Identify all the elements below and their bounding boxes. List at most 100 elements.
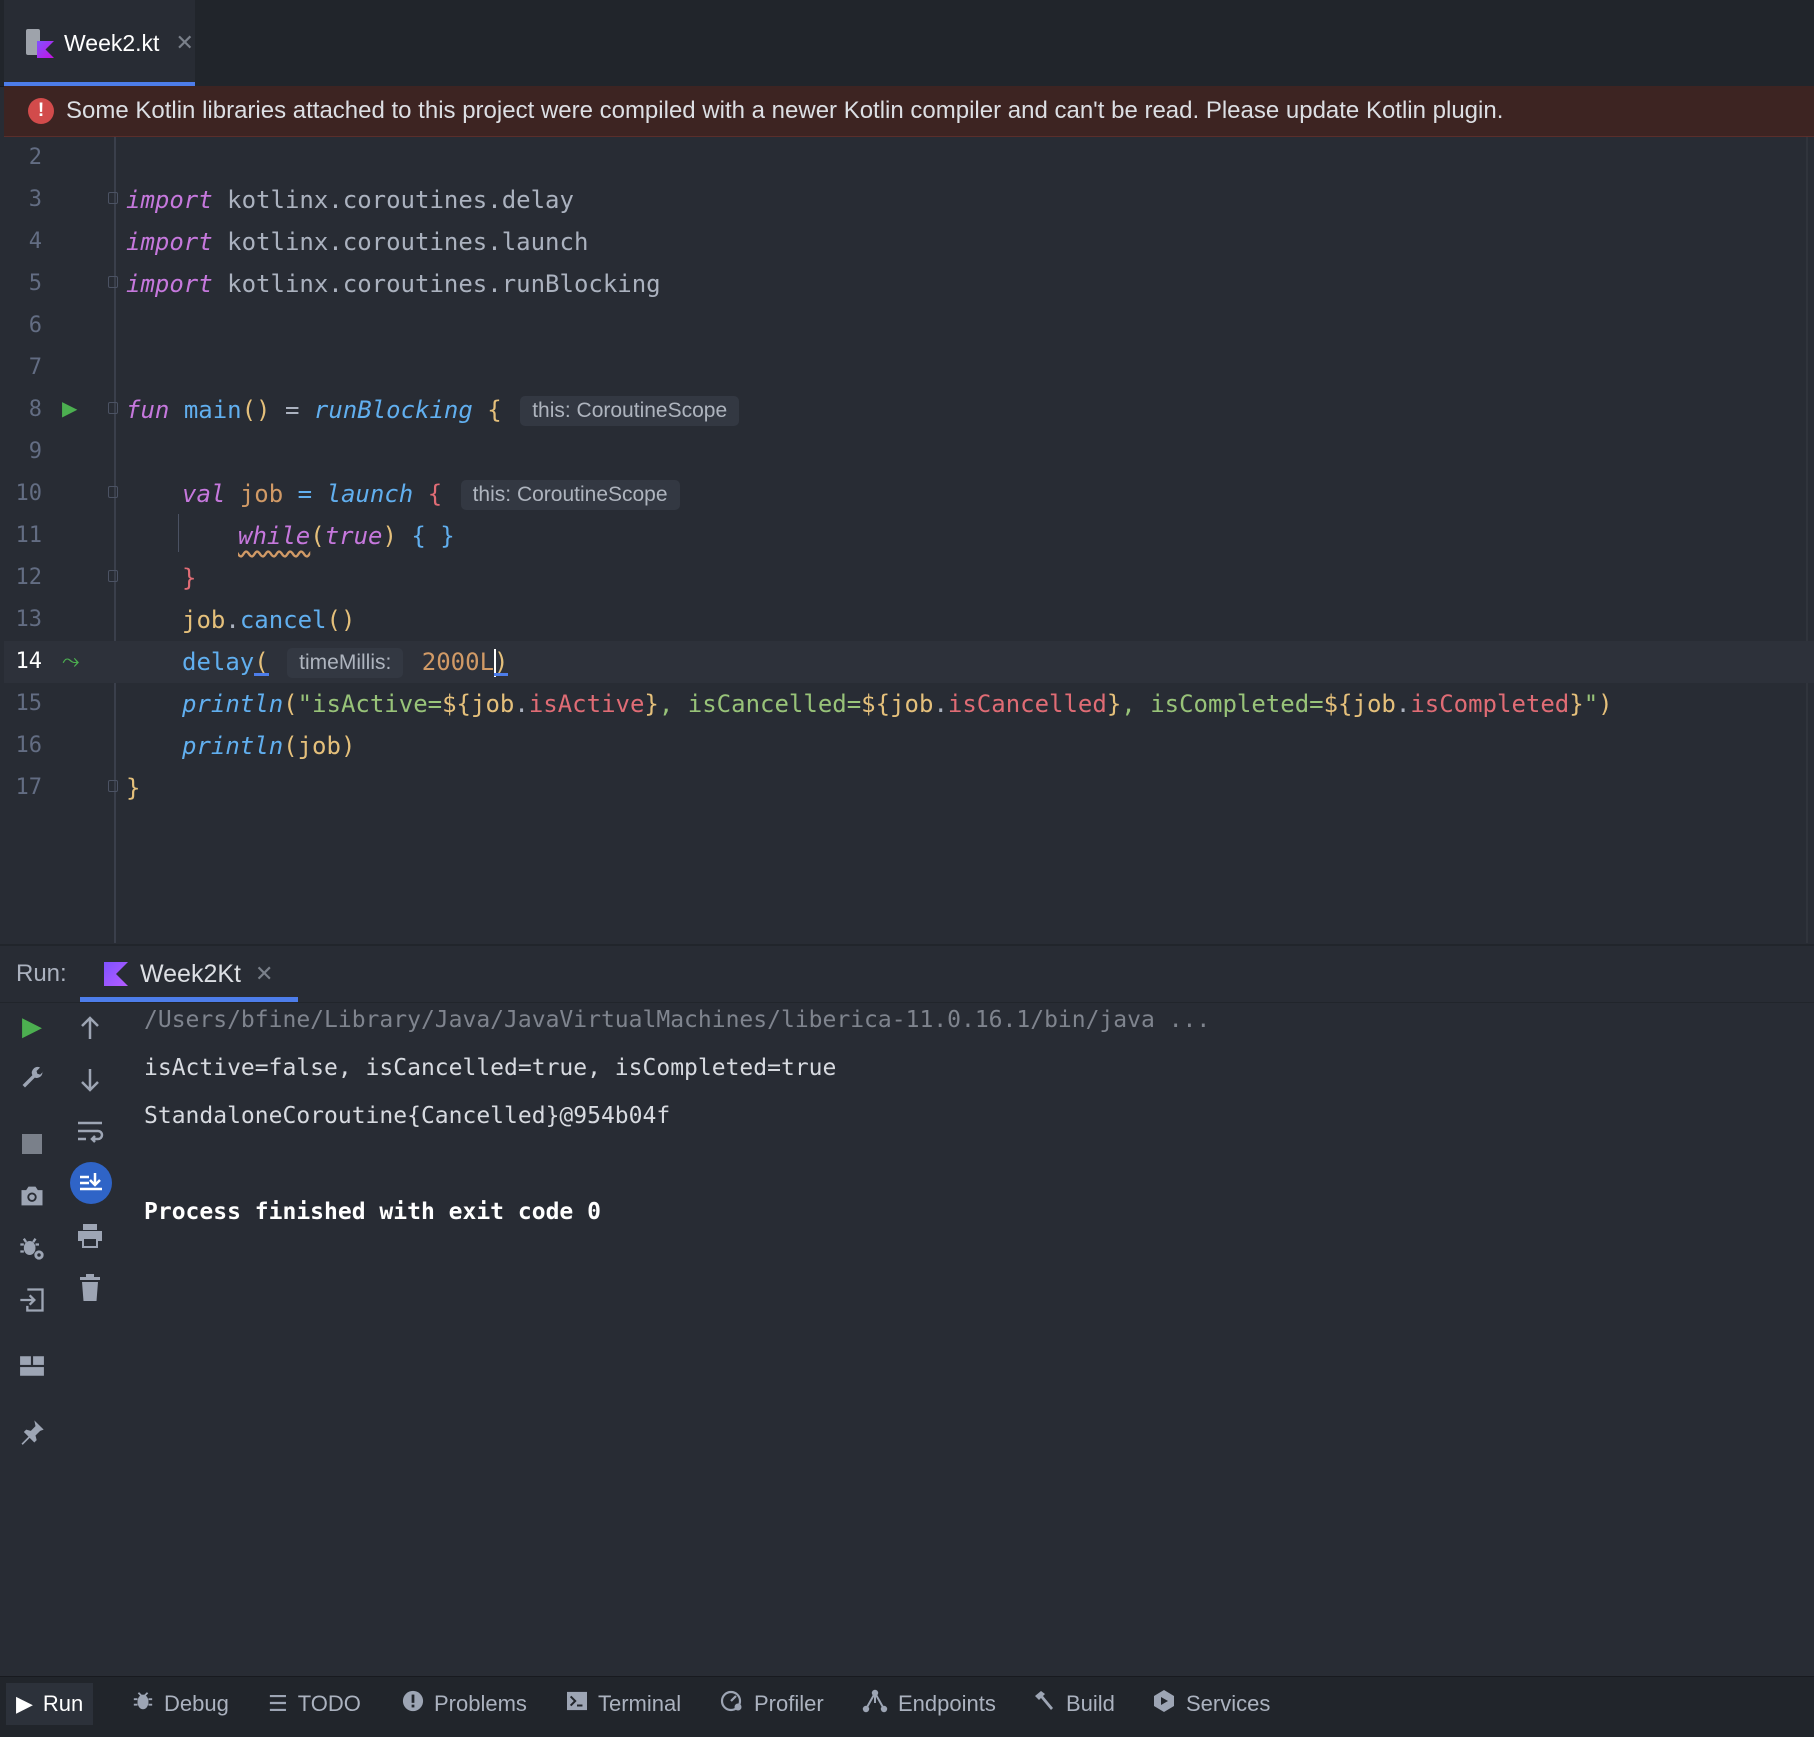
error-banner: ! Some Kotlin libraries attached to this… — [4, 86, 1814, 137]
code-line: 17 } — [4, 767, 1814, 809]
line-number: 9 — [28, 439, 42, 464]
trash-icon[interactable] — [70, 1268, 110, 1308]
function-call: launch — [326, 480, 414, 508]
toolwindow-run[interactable]: ▶ Run — [6, 1683, 94, 1725]
keyword: val — [182, 480, 226, 508]
fold-icon[interactable] — [108, 570, 118, 582]
rerun-icon[interactable]: ▶ — [12, 1006, 52, 1046]
line-number: 16 — [15, 733, 43, 758]
function-call: runBlocking — [313, 396, 473, 424]
function-name: main — [183, 396, 242, 424]
arrow-up-icon[interactable] — [70, 1008, 110, 1048]
toolwindow-services[interactable]: Services — [1142, 1683, 1280, 1725]
toolwindow-build[interactable]: Build — [1022, 1683, 1125, 1725]
toolwindow-profiler[interactable]: Profiler — [710, 1683, 834, 1725]
fold-icon[interactable] — [108, 192, 118, 204]
code-line: 2 — [4, 137, 1814, 179]
line-number: 10 — [15, 481, 43, 506]
close-icon[interactable]: ✕ — [175, 30, 193, 56]
line-number: 13 — [15, 607, 43, 632]
variable: job — [239, 480, 284, 508]
import-path: kotlinx.coroutines.delay — [227, 186, 574, 214]
function-call: println — [182, 732, 284, 760]
code-line: 10 val job = launch { this: CoroutineSco… — [4, 473, 1814, 515]
bug-icon — [132, 1690, 154, 1718]
fold-icon[interactable] — [108, 780, 118, 792]
inlay-hint: this: CoroutineScope — [460, 480, 680, 510]
run-gutter-icon[interactable]: ▶ — [62, 397, 77, 421]
line-number: 12 — [15, 565, 43, 590]
code-line: 13 job.cancel() — [4, 599, 1814, 641]
code-line: 15 println("isActive=${job.isActive}, is… — [4, 683, 1814, 725]
close-icon[interactable]: ✕ — [255, 961, 273, 987]
code-line: 4 import kotlinx.coroutines.launch — [4, 221, 1814, 263]
inlay-hint: this: CoroutineScope — [520, 396, 740, 426]
fold-icon[interactable] — [108, 402, 118, 414]
run-config-tab[interactable]: Week2Kt ✕ — [80, 946, 298, 1002]
line-number: 11 — [15, 523, 43, 548]
camera-icon[interactable] — [12, 1176, 52, 1216]
kotlin-file-icon — [24, 28, 54, 58]
hammer-icon — [1032, 1689, 1056, 1719]
console-line: StandaloneCoroutine{Cancelled}@954b04f — [144, 1103, 671, 1129]
pin-icon[interactable] — [12, 1412, 52, 1452]
stop-icon[interactable] — [12, 1124, 52, 1164]
run-panel-header: Run: Week2Kt ✕ — [0, 944, 1814, 1003]
keyword: import — [126, 228, 213, 256]
line-number: 8 — [28, 397, 42, 422]
toolwindow-problems[interactable]: Problems — [392, 1683, 537, 1725]
toolwindow-todo[interactable]: ☰ TODO — [258, 1683, 371, 1725]
line-number: 15 — [15, 691, 43, 716]
console-command-line[interactable]: /Users/bfine/Library/Java/JavaVirtualMac… — [144, 1005, 1210, 1035]
arrow-down-icon[interactable] — [70, 1060, 110, 1100]
run-panel-label: Run: — [16, 960, 67, 987]
keyword: import — [126, 270, 213, 298]
list-icon: ☰ — [268, 1691, 288, 1716]
soft-wrap-icon[interactable] — [70, 1112, 110, 1152]
code-line: 11 while(true) { } — [4, 515, 1814, 557]
toolwindow-debug[interactable]: Debug — [122, 1683, 239, 1725]
line-number: 14 — [15, 649, 43, 674]
banner-message: Some Kotlin libraries attached to this p… — [66, 97, 1504, 124]
editor-tab-bar: Week2.kt ✕ — [0, 0, 1814, 87]
debug-settings-icon[interactable] — [12, 1228, 52, 1268]
toolwindow-terminal[interactable]: Terminal — [556, 1683, 691, 1725]
editor-tab-label: Week2.kt — [64, 29, 160, 56]
endpoints-icon — [862, 1689, 888, 1719]
keyword: import — [126, 186, 213, 214]
editor-tab-week2[interactable]: Week2.kt ✕ — [4, 0, 195, 86]
fold-icon[interactable] — [108, 276, 118, 288]
restore-layout-icon[interactable] — [12, 1280, 52, 1320]
function-call: println — [182, 690, 284, 718]
error-icon: ! — [28, 98, 54, 124]
code-line: 16 println(job) — [4, 725, 1814, 767]
code-line: 5 import kotlinx.coroutines.runBlocking — [4, 263, 1814, 305]
number-literal: 2000L — [421, 648, 495, 676]
function-call: delay — [182, 648, 255, 676]
line-number: 4 — [28, 229, 42, 254]
code-editor[interactable]: 2 3 import kotlinx.coroutines.delay 4 im… — [4, 137, 1814, 943]
code-line: 12 } — [4, 557, 1814, 599]
line-number: 3 — [28, 187, 42, 212]
print-icon[interactable] — [70, 1216, 110, 1256]
keyword: true — [324, 522, 383, 550]
layout-icon[interactable] — [12, 1346, 52, 1386]
code-line: 9 — [4, 431, 1814, 473]
kotlin-icon — [104, 962, 128, 986]
fold-icon[interactable] — [108, 486, 118, 498]
toolwindow-endpoints[interactable]: Endpoints — [852, 1683, 1006, 1725]
tool-window-bar: ▶ Run Debug ☰ TODO Problems Terminal Profi… — [0, 1676, 1814, 1737]
terminal-icon — [566, 1691, 588, 1717]
code-line: 6 — [4, 305, 1814, 347]
line-number: 7 — [28, 355, 42, 380]
run-tab-label: Week2Kt — [140, 959, 241, 988]
variable: job — [182, 606, 226, 634]
run-icon: ▶ — [16, 1691, 33, 1716]
keyword: fun — [126, 396, 170, 424]
line-number: 5 — [28, 271, 42, 296]
code-line: 7 — [4, 347, 1814, 389]
scroll-to-end-icon[interactable] — [70, 1162, 112, 1204]
wrench-icon[interactable] — [12, 1058, 52, 1098]
line-number: 2 — [28, 145, 42, 170]
code-line-current: 14 ⤳ delay( timeMillis: 2000L) — [4, 641, 1814, 683]
